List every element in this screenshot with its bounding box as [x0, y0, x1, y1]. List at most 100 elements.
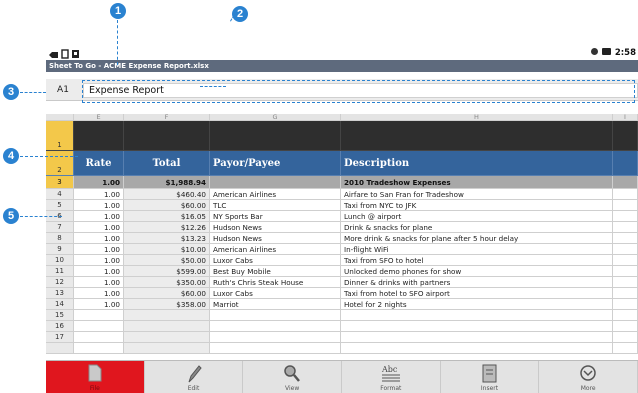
cell[interactable] [124, 121, 210, 151]
column-header-h[interactable]: H [341, 114, 613, 121]
cell[interactable] [341, 121, 613, 151]
column-header-i[interactable]: I [613, 114, 638, 121]
cell[interactable] [613, 277, 638, 288]
total-cell[interactable]: $599.00 [124, 266, 210, 277]
rate-cell[interactable] [74, 321, 124, 332]
description-cell[interactable]: Taxi from SFO to hotel [341, 255, 613, 266]
payor-cell[interactable]: Hudson News [210, 233, 341, 244]
description-cell[interactable]: Taxi from hotel to SFO airport [341, 288, 613, 299]
column-header-g[interactable]: G [210, 114, 341, 121]
payor-cell[interactable]: American Airlines [210, 244, 341, 255]
description-cell[interactable] [341, 332, 613, 343]
row-header[interactable]: 13 [46, 288, 74, 299]
cell[interactable] [613, 200, 638, 211]
total-cell[interactable] [124, 332, 210, 343]
description-cell[interactable] [341, 310, 613, 321]
rate-cell[interactable] [74, 310, 124, 321]
total-description-cell[interactable]: 2010 Tradeshow Expenses [341, 176, 613, 189]
payor-cell[interactable] [210, 321, 341, 332]
payor-cell[interactable]: Best Buy Mobile [210, 266, 341, 277]
payor-cell[interactable]: Ruth's Chris Steak House [210, 277, 341, 288]
toolbar-insert-button[interactable]: Insert [441, 361, 540, 393]
payor-cell[interactable]: American Airlines [210, 189, 341, 200]
row-header[interactable]: 9 [46, 244, 74, 255]
rate-cell[interactable]: 1.00 [74, 266, 124, 277]
description-cell[interactable]: Drink & snacks for plane [341, 222, 613, 233]
row-header[interactable]: 14 [46, 299, 74, 310]
row-header[interactable]: 16 [46, 321, 74, 332]
payor-cell[interactable]: Luxor Cabs [210, 255, 341, 266]
row-header[interactable]: 15 [46, 310, 74, 321]
total-cell[interactable]: $60.00 [124, 288, 210, 299]
rate-header[interactable]: Rate [74, 151, 124, 176]
cell[interactable] [210, 121, 341, 151]
rate-cell[interactable] [74, 332, 124, 343]
total-cell[interactable]: $460.40 [124, 189, 210, 200]
toolbar-format-button[interactable]: Abc Format [342, 361, 441, 393]
row-header[interactable]: 2 [46, 151, 74, 176]
cell[interactable] [613, 176, 638, 189]
row-header[interactable]: 8 [46, 233, 74, 244]
total-cell[interactable]: $350.00 [124, 277, 210, 288]
payor-header[interactable]: Payor/Payee [210, 151, 341, 176]
rate-cell[interactable]: 1.00 [74, 222, 124, 233]
cell[interactable] [613, 233, 638, 244]
rate-cell[interactable]: 1.00 [74, 299, 124, 310]
cell[interactable] [613, 151, 638, 176]
payor-cell[interactable]: Hudson News [210, 222, 341, 233]
rate-cell[interactable]: 1.00 [74, 200, 124, 211]
row-header[interactable]: 17 [46, 332, 74, 343]
rate-cell[interactable]: 1.00 [74, 255, 124, 266]
rate-cell[interactable]: 1.00 [74, 288, 124, 299]
cell[interactable] [613, 211, 638, 222]
cell[interactable] [74, 121, 124, 151]
total-cell[interactable]: $50.00 [124, 255, 210, 266]
payor-cell[interactable] [210, 332, 341, 343]
cell[interactable] [613, 244, 638, 255]
rate-cell[interactable]: 1.00 [74, 277, 124, 288]
cell[interactable] [46, 343, 74, 354]
cell[interactable] [74, 343, 124, 354]
description-cell[interactable]: Hotel for 2 nights [341, 299, 613, 310]
cell[interactable] [613, 222, 638, 233]
description-cell[interactable]: Airfare to San Fran for Tradeshow [341, 189, 613, 200]
cell[interactable] [124, 343, 210, 354]
description-cell[interactable]: More drink & snacks for plane after 5 ho… [341, 233, 613, 244]
column-header-e[interactable]: E [74, 114, 124, 121]
rate-cell[interactable]: 1.00 [74, 244, 124, 255]
cell[interactable] [613, 321, 638, 332]
total-payor-cell[interactable] [210, 176, 341, 189]
row-header[interactable]: 1 [46, 121, 74, 151]
cell-reference[interactable]: A1 [48, 79, 78, 101]
cell[interactable] [613, 299, 638, 310]
cell[interactable] [613, 343, 638, 354]
cell[interactable] [613, 121, 638, 151]
description-cell[interactable]: Dinner & drinks with partners [341, 277, 613, 288]
row-header[interactable]: 10 [46, 255, 74, 266]
total-cell[interactable]: $13.23 [124, 233, 210, 244]
total-cell[interactable]: $10.00 [124, 244, 210, 255]
total-cell[interactable] [124, 310, 210, 321]
cell[interactable] [613, 310, 638, 321]
corner-cell[interactable] [46, 114, 74, 121]
rate-cell[interactable]: 1.00 [74, 189, 124, 200]
rate-cell[interactable]: 1.00 [74, 233, 124, 244]
row-header[interactable]: 5 [46, 200, 74, 211]
toolbar-edit-button[interactable]: Edit [145, 361, 244, 393]
cell[interactable] [341, 343, 613, 354]
cell[interactable] [613, 266, 638, 277]
total-cell[interactable]: $16.05 [124, 211, 210, 222]
row-header[interactable]: 7 [46, 222, 74, 233]
description-cell[interactable]: Lunch @ airport [341, 211, 613, 222]
description-cell[interactable]: Unlocked demo phones for show [341, 266, 613, 277]
rate-cell[interactable]: 1.00 [74, 211, 124, 222]
toolbar-more-button[interactable]: More [539, 361, 638, 393]
total-header[interactable]: Total [124, 151, 210, 176]
row-header[interactable]: 12 [46, 277, 74, 288]
column-header-f[interactable]: F [124, 114, 210, 121]
cell[interactable] [210, 343, 341, 354]
total-rate-cell[interactable]: 1.00 [74, 176, 124, 189]
payor-cell[interactable]: NY Sports Bar [210, 211, 341, 222]
total-cell[interactable] [124, 321, 210, 332]
toolbar-file-button[interactable]: File [46, 361, 145, 393]
